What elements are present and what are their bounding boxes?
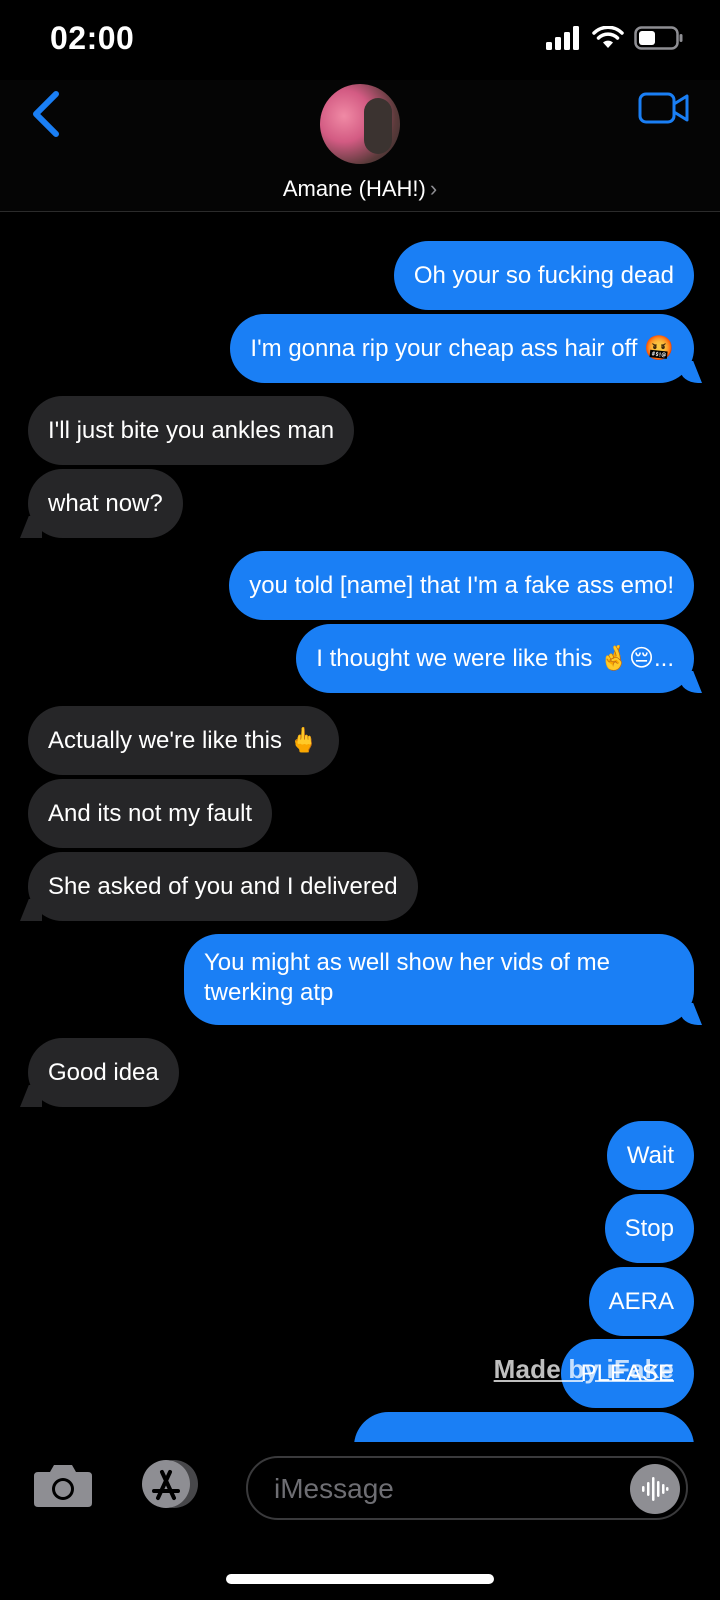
received-message[interactable]: Actually we're like this 🖕 bbox=[28, 706, 339, 775]
message-input[interactable] bbox=[272, 1458, 616, 1520]
audio-record-button[interactable] bbox=[630, 1464, 680, 1514]
received-message[interactable]: Good idea bbox=[28, 1038, 179, 1107]
sent-message[interactable]: AERA bbox=[588, 1267, 694, 1336]
facetime-video-button[interactable] bbox=[638, 90, 690, 126]
chevron-left-icon bbox=[33, 91, 59, 137]
app-store-button[interactable] bbox=[134, 1458, 206, 1510]
app-store-icon bbox=[142, 1460, 198, 1508]
status-bar: 02:00 bbox=[0, 0, 720, 80]
partially-hidden-message[interactable] bbox=[354, 1412, 694, 1442]
sent-message[interactable]: I thought we were like this 🤞😔... bbox=[296, 624, 694, 693]
contact-name: Amane (HAH!) bbox=[282, 176, 426, 201]
contact-name-button[interactable]: Amane (HAH!) › bbox=[0, 176, 720, 202]
camera-button[interactable] bbox=[32, 1462, 94, 1508]
chevron-right-icon: › bbox=[429, 176, 438, 201]
status-time: 02:00 bbox=[50, 20, 135, 56]
sent-message[interactable]: I'm gonna rip your cheap ass hair off 🤬 bbox=[230, 314, 694, 383]
sent-message[interactable]: Wait bbox=[606, 1121, 694, 1190]
received-message[interactable]: She asked of you and I delivered bbox=[28, 852, 418, 921]
received-message[interactable]: And its not my fault bbox=[28, 779, 273, 848]
sent-message[interactable]: Oh your so fucking dead bbox=[393, 241, 694, 310]
sent-message[interactable]: Stop bbox=[604, 1194, 694, 1263]
conversation-header: Amane (HAH!) › bbox=[0, 80, 720, 212]
video-camera-icon bbox=[638, 92, 689, 124]
sent-message[interactable]: you told [name] that I'm a fake ass emo! bbox=[229, 551, 694, 620]
wifi-icon bbox=[592, 26, 624, 48]
cellular-signal-icon bbox=[546, 26, 579, 50]
camera-icon bbox=[34, 1465, 92, 1507]
message-field[interactable] bbox=[246, 1456, 688, 1520]
received-message[interactable]: I'll just bite you ankles man bbox=[28, 396, 355, 465]
home-indicator[interactable] bbox=[226, 1574, 494, 1584]
watermark: Made by iFake bbox=[493, 1354, 674, 1384]
input-bar bbox=[0, 1442, 720, 1600]
message-list[interactable]: Oh your so fucking dead I'm gonna rip yo… bbox=[0, 212, 720, 1442]
sent-message[interactable]: You might as well show her vids of me tw… bbox=[184, 934, 694, 1025]
audio-waveform-icon bbox=[642, 1477, 669, 1501]
contact-avatar[interactable] bbox=[320, 84, 400, 164]
battery-icon bbox=[634, 26, 683, 50]
back-button[interactable] bbox=[28, 88, 68, 140]
status-icons bbox=[546, 26, 684, 50]
received-message[interactable]: what now? bbox=[28, 469, 183, 538]
